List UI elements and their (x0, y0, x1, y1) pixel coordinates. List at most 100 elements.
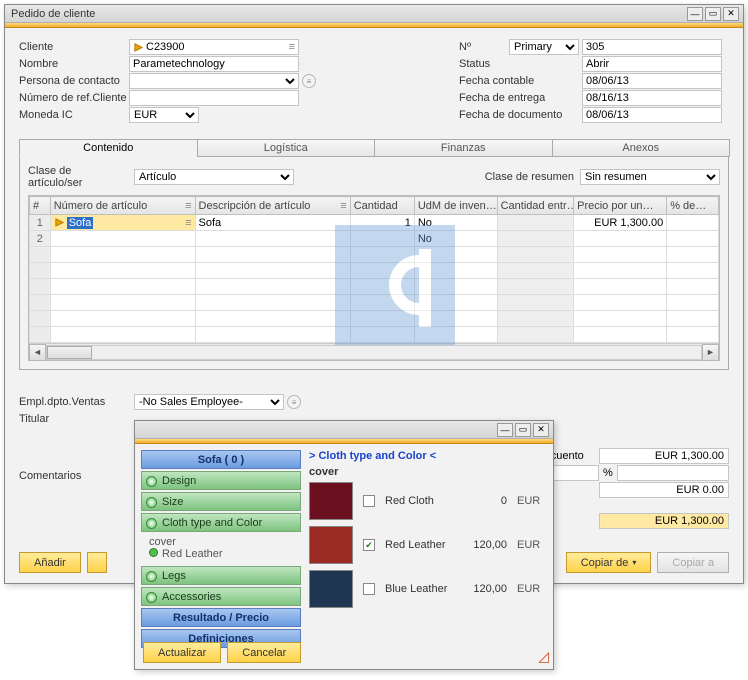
minimize-icon[interactable]: — (687, 7, 703, 21)
label-titular: Titular (19, 413, 134, 425)
value-fecha-entrega: 08/16/13 (586, 92, 629, 104)
grid-h-scrollbar[interactable]: ◄ ► (29, 343, 719, 360)
field-discount-amt[interactable] (617, 465, 729, 481)
cfg-item-size[interactable]: Size (141, 492, 301, 511)
ok-icon (146, 518, 157, 529)
cfg-result[interactable]: Resultado / Precio (141, 608, 301, 627)
add-button[interactable]: Añadir (19, 552, 81, 573)
label-fecha-contable: Fecha contable (459, 75, 582, 87)
swatch-checkbox[interactable] (363, 495, 375, 507)
field-clase-articulo[interactable]: Artículo (134, 169, 294, 185)
maximize-icon[interactable]: ▭ (705, 7, 721, 21)
cfg-item-legs[interactable]: Legs (141, 566, 301, 585)
value-fecha-doc: 08/06/13 (586, 109, 629, 121)
cfg-sub-value: Red Leather (162, 548, 223, 560)
label-pct: % (603, 467, 617, 479)
field-moneda[interactable]: EUR (129, 107, 199, 123)
col-item[interactable]: Número de artículo ≡ (50, 197, 195, 215)
table-row[interactable]: 1Sofa≡Sofa1NoEUR 1,300.00 (30, 215, 719, 231)
copy-to-button[interactable]: Copiar a (657, 552, 729, 573)
col-desc[interactable]: Descripción de artículo ≡ (195, 197, 350, 215)
line-items-grid[interactable]: # Número de artículo ≡ Descripción de ar… (28, 195, 720, 361)
close-icon[interactable]: ✕ (723, 7, 739, 21)
link-arrow-icon[interactable] (54, 217, 65, 228)
value-status: Abrir (586, 58, 609, 70)
cfg-minimize-icon[interactable]: — (497, 423, 513, 437)
cfg-item-design[interactable]: Design (141, 471, 301, 490)
swatch-currency: EUR (517, 539, 540, 551)
cfg-maximize-icon[interactable]: ▭ (515, 423, 531, 437)
cfg-item-cloth[interactable]: Cloth type and Color (141, 513, 301, 532)
field-fecha-contable[interactable]: 08/06/13 (582, 73, 722, 89)
field-fecha-doc[interactable]: 08/06/13 (582, 107, 722, 123)
label-no: Nº (459, 41, 509, 53)
configurator-window: — ▭ ✕ Sofa ( 0 ) Design Size Cloth type … (134, 420, 554, 670)
tab-finanzas[interactable]: Finanzas (374, 139, 553, 157)
cfg-sub-cover: cover Red Leather (141, 534, 301, 564)
ok-icon (149, 548, 158, 557)
scroll-thumb[interactable] (47, 346, 92, 359)
label-clase-resumen: Clase de resumen (485, 171, 574, 183)
col-qty[interactable]: Cantidad (350, 197, 414, 215)
value-total: EUR 1,300.00 (599, 513, 729, 529)
swatch-currency: EUR (517, 583, 540, 595)
tab-logistica[interactable]: Logística (197, 139, 376, 157)
ok-icon (146, 497, 157, 508)
cfg-update-button[interactable]: Actualizar (143, 642, 221, 663)
titlebar[interactable]: Pedido de cliente — ▭ ✕ (5, 5, 743, 23)
scroll-left-icon[interactable]: ◄ (29, 344, 46, 361)
empl-detail-icon[interactable]: ≡ (287, 395, 301, 409)
label-persona: Persona de contacto (19, 75, 129, 87)
col-delivered[interactable]: Cantidad entr… (497, 197, 574, 215)
field-status: Abrir (582, 56, 722, 72)
cfg-sub-label: cover (149, 536, 297, 548)
cfg-cover-label: cover (309, 466, 547, 478)
ok-icon (146, 592, 157, 603)
label-cliente: Cliente (19, 41, 129, 53)
field-cliente[interactable]: C23900 ≡ (129, 39, 299, 55)
field-numref[interactable] (129, 90, 299, 106)
resize-grip-icon[interactable]: ◿ (538, 648, 549, 665)
value-cliente: C23900 (146, 41, 185, 53)
value-tax: EUR 0.00 (599, 482, 729, 498)
cfg-cancel-button[interactable]: Cancelar (227, 642, 301, 663)
tab-strip: Contenido Logística Finanzas Anexos (19, 139, 729, 157)
swatch-checkbox[interactable] (363, 583, 375, 595)
value-total-antes: EUR 1,300.00 (599, 448, 729, 464)
swatch-checkbox[interactable]: ✔ (363, 539, 375, 551)
field-fecha-entrega[interactable]: 08/16/13 (582, 90, 722, 106)
label-clase-articulo: Clase de artículo/ser (28, 165, 128, 189)
scroll-right-icon[interactable]: ► (702, 344, 719, 361)
field-no-type[interactable]: Primary (509, 39, 579, 55)
cfg-titlebar[interactable]: — ▭ ✕ (135, 421, 553, 439)
persona-detail-icon[interactable]: ≡ (302, 74, 316, 88)
field-no[interactable]: 305 (582, 39, 722, 55)
field-empl-ventas[interactable]: -No Sales Employee- (134, 394, 284, 410)
col-hash[interactable]: # (30, 197, 51, 215)
cfg-close-icon[interactable]: ✕ (533, 423, 549, 437)
label-status: Status (459, 58, 582, 70)
col-price[interactable]: Precio por un… (574, 197, 667, 215)
label-comentarios: Comentarios (19, 470, 134, 482)
swatch-row[interactable]: Red Cloth0EUR (309, 482, 547, 520)
swatch-row[interactable]: ✔Red Leather120,00EUR (309, 526, 547, 564)
col-disc[interactable]: % de… (667, 197, 719, 215)
label-fecha-doc: Fecha de documento (459, 109, 582, 121)
copy-from-button[interactable]: Copiar de▾ (566, 552, 652, 573)
swatch-row[interactable]: Blue Leather120,00EUR (309, 570, 547, 608)
tab-anexos[interactable]: Anexos (552, 139, 731, 157)
cfg-head-sofa[interactable]: Sofa ( 0 ) (141, 450, 301, 469)
tab-contenido[interactable]: Contenido (19, 139, 198, 157)
add-aux-button[interactable] (87, 552, 107, 573)
field-persona[interactable] (129, 73, 299, 89)
link-arrow-icon[interactable] (133, 42, 144, 53)
value-no: 305 (586, 41, 604, 53)
swatch-name: Blue Leather (385, 583, 457, 595)
col-uom[interactable]: UdM de inven… (414, 197, 497, 215)
table-row[interactable]: 2No (30, 231, 719, 247)
swatch-icon (309, 570, 353, 608)
cfg-item-accessories[interactable]: Accessories (141, 587, 301, 606)
field-clase-resumen[interactable]: Sin resumen (580, 169, 720, 185)
field-nombre[interactable]: Parametechnology (129, 56, 299, 72)
label-numref: Número de ref.Cliente (19, 92, 129, 104)
